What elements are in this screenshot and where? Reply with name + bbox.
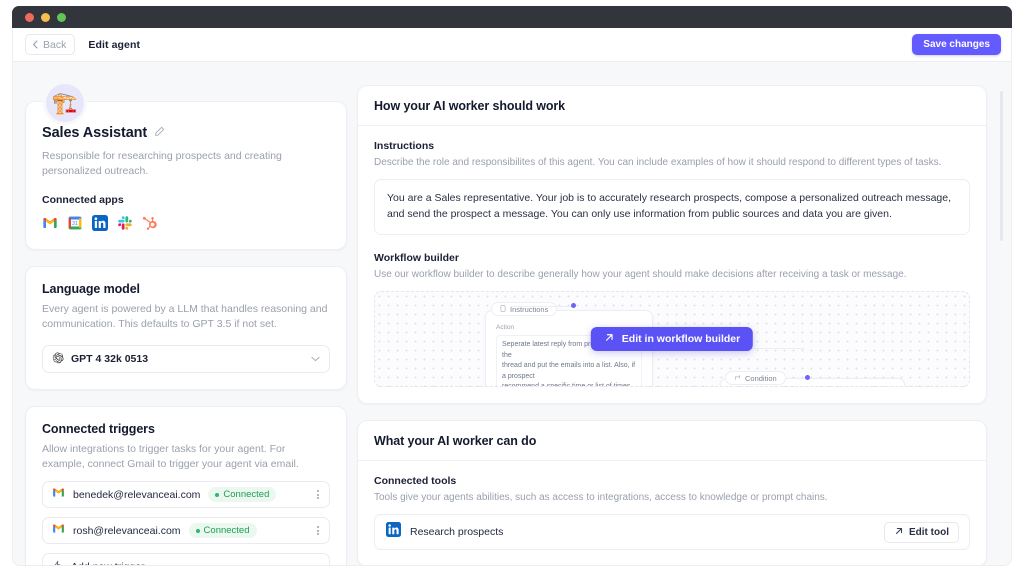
branch-icon [734, 374, 741, 383]
trigger-row[interactable]: rosh@relevanceai.com Connected [42, 517, 330, 544]
gmail-icon [52, 522, 65, 540]
linkedin-icon [386, 522, 401, 542]
connected-tools-label: Connected tools [374, 475, 970, 487]
how-it-works-body: Instructions Describe the role and respo… [358, 126, 986, 403]
connected-apps-list: 31 [42, 215, 330, 231]
connected-triggers-card: Connected triggers Allow integrations to… [25, 406, 347, 565]
agent-summary-card: 🏗️ Sales Assistant Responsible for resea… [25, 101, 347, 250]
status-badge-label: Connected [223, 489, 269, 500]
window-titlebar [12, 6, 1012, 28]
linkedin-icon[interactable] [92, 215, 108, 231]
window-close-button[interactable] [25, 13, 34, 22]
workflow-builder-block: Workflow builder Use our workflow builde… [374, 252, 970, 387]
document-icon [500, 305, 506, 314]
gmail-icon[interactable] [42, 215, 58, 231]
openai-icon [52, 352, 64, 367]
app-root: Back Edit agent Save changes 🏗️ Sales As… [0, 0, 1024, 572]
tool-row[interactable]: Research prospects Edit tool [374, 514, 970, 550]
trigger-email: rosh@relevanceai.com [73, 525, 181, 537]
workflow-edge [511, 306, 573, 307]
what-it-can-do-body: Connected tools Tools give your agents a… [358, 461, 986, 565]
language-model-select[interactable]: GPT 4 32k 0513 [42, 345, 330, 373]
workflow-connector-dot [571, 303, 576, 308]
lightning-icon [52, 558, 63, 566]
workflow-connector-dot [805, 375, 810, 380]
avatar: 🏗️ [46, 84, 84, 122]
status-badge-label: Connected [204, 525, 250, 536]
svg-text:31: 31 [72, 221, 78, 227]
edit-tool-label: Edit tool [909, 527, 949, 538]
window-zoom-button[interactable] [57, 13, 66, 22]
connected-apps-label: Connected apps [42, 194, 330, 206]
chevron-left-icon [32, 40, 39, 49]
workflow-node-line: thread and put the emails into a list. A… [502, 361, 636, 382]
connected-triggers-title: Connected triggers [42, 422, 330, 436]
edit-in-workflow-builder-button[interactable]: Edit in workflow builder [591, 327, 753, 351]
save-changes-button[interactable]: Save changes [912, 34, 1001, 55]
workflow-builder-label: Workflow builder [374, 252, 970, 264]
instructions-hint: Describe the role and responsibilites of… [374, 156, 970, 170]
add-new-trigger-label: Add new trigger [71, 561, 145, 566]
arrow-up-right-icon [604, 332, 615, 346]
back-button[interactable]: Back [25, 34, 75, 55]
right-column: How your AI worker should work Instructi… [357, 85, 1011, 565]
back-button-label: Back [43, 39, 66, 51]
workflow-node-line: recommend a specific time or list of tim… [502, 382, 636, 387]
trigger-more-menu-icon[interactable] [315, 524, 321, 537]
what-it-can-do-title: What your AI worker can do [358, 421, 986, 461]
language-model-selected-value: GPT 4 32k 0513 [71, 353, 148, 365]
workflow-node-chip-label: Condition [745, 374, 777, 383]
how-it-works-title: How your AI worker should work [358, 86, 986, 126]
top-bar: Back Edit agent Save changes [13, 28, 1011, 62]
status-badge: Connected [208, 487, 276, 502]
window-minimize-button[interactable] [41, 13, 50, 22]
instructions-label: Instructions [374, 140, 970, 152]
edit-pencil-icon[interactable] [154, 124, 165, 142]
instructions-input[interactable]: You are a Sales representative. Your job… [374, 179, 970, 235]
language-model-title: Language model [42, 282, 330, 296]
trigger-row[interactable]: benedek@relevanceai.com Connected [42, 481, 330, 508]
agent-name-row: Sales Assistant [42, 124, 330, 142]
language-model-description: Every agent is powered by a LLM that han… [42, 302, 330, 332]
chevron-down-icon [312, 558, 321, 566]
chevron-down-icon [311, 353, 320, 365]
workflow-node-chip-condition: Condition [725, 371, 786, 385]
connected-tools-hint: Tools give your agents abilities, such a… [374, 491, 970, 505]
status-badge: Connected [189, 523, 257, 538]
status-dot-icon [215, 493, 219, 497]
left-column: 🏗️ Sales Assistant Responsible for resea… [13, 85, 357, 565]
page-title: Edit agent [88, 39, 140, 51]
trigger-more-menu-icon[interactable] [315, 488, 321, 501]
edit-tool-button[interactable]: Edit tool [884, 522, 959, 543]
arrow-up-right-icon [894, 526, 904, 539]
edit-in-workflow-builder-label: Edit in workflow builder [622, 333, 740, 345]
workflow-node-chip-instructions: Instructions [491, 302, 557, 316]
language-model-card: Language model Every agent is powered by… [25, 266, 347, 390]
agent-name: Sales Assistant [42, 125, 147, 141]
agent-description: Responsible for researching prospects an… [42, 149, 330, 179]
hubspot-icon[interactable] [142, 215, 158, 231]
tool-name: Research prospects [410, 526, 503, 538]
gmail-icon [52, 486, 65, 504]
workflow-builder-hint: Use our workflow builder to describe gen… [374, 268, 970, 282]
add-new-trigger-row[interactable]: Add new trigger [42, 553, 330, 565]
page-body: 🏗️ Sales Assistant Responsible for resea… [13, 63, 1011, 565]
google-calendar-icon[interactable]: 31 [67, 215, 83, 231]
status-dot-icon [196, 529, 200, 533]
trigger-email: benedek@relevanceai.com [73, 489, 200, 501]
how-it-works-card: How your AI worker should work Instructi… [357, 85, 987, 404]
slack-icon[interactable] [117, 215, 133, 231]
what-it-can-do-card: What your AI worker can do Connected too… [357, 420, 987, 565]
workflow-preview-canvas[interactable]: Action Seperate latest reply from prospe… [374, 291, 970, 387]
vertical-scrollbar[interactable] [1000, 85, 1003, 565]
connected-triggers-description: Allow integrations to trigger tasks for … [42, 442, 330, 472]
app-window: Back Edit agent Save changes 🏗️ Sales As… [12, 28, 1012, 566]
